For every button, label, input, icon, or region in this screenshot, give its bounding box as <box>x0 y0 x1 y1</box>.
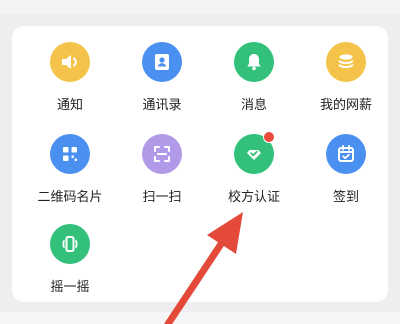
coins-icon <box>326 42 366 82</box>
phone-shake-icon <box>50 224 90 264</box>
app-item-shake[interactable]: 摇一摇 <box>24 224 116 308</box>
app-label: 消息 <box>240 98 267 113</box>
app-item-messages[interactable]: 消息 <box>208 42 300 126</box>
apps-panel: 通知 通讯录 消息 我的网薪 二维码名片 扫一扫 校方认证 签到 摇一摇 <box>12 26 388 302</box>
top-divider <box>0 0 400 14</box>
speaker-icon <box>50 42 90 82</box>
app-label: 二维码名片 <box>37 190 103 205</box>
calendar-check-icon <box>326 134 366 174</box>
app-item-scan[interactable]: 扫一扫 <box>116 134 208 218</box>
app-label: 通知 <box>56 98 83 113</box>
qr-code-icon <box>50 134 90 174</box>
scan-icon <box>142 134 182 174</box>
app-label: 校方认证 <box>227 190 280 205</box>
app-label: 签到 <box>332 190 359 205</box>
app-item-notifications[interactable]: 通知 <box>24 42 116 126</box>
app-item-my-salary[interactable]: 我的网薪 <box>300 42 392 126</box>
bell-icon <box>234 42 274 82</box>
app-item-school-verification[interactable]: 校方认证 <box>208 131 300 218</box>
app-item-qr-card[interactable]: 二维码名片 <box>24 134 116 218</box>
contact-card-icon <box>142 42 182 82</box>
app-label: 摇一摇 <box>50 280 90 295</box>
notification-badge <box>263 131 275 143</box>
app-label: 我的网薪 <box>319 98 372 113</box>
app-label: 扫一扫 <box>142 190 182 205</box>
bottom-divider <box>0 312 400 324</box>
app-item-contacts[interactable]: 通讯录 <box>116 42 208 126</box>
app-label: 通讯录 <box>142 98 182 113</box>
app-item-sign-in[interactable]: 签到 <box>300 134 392 218</box>
